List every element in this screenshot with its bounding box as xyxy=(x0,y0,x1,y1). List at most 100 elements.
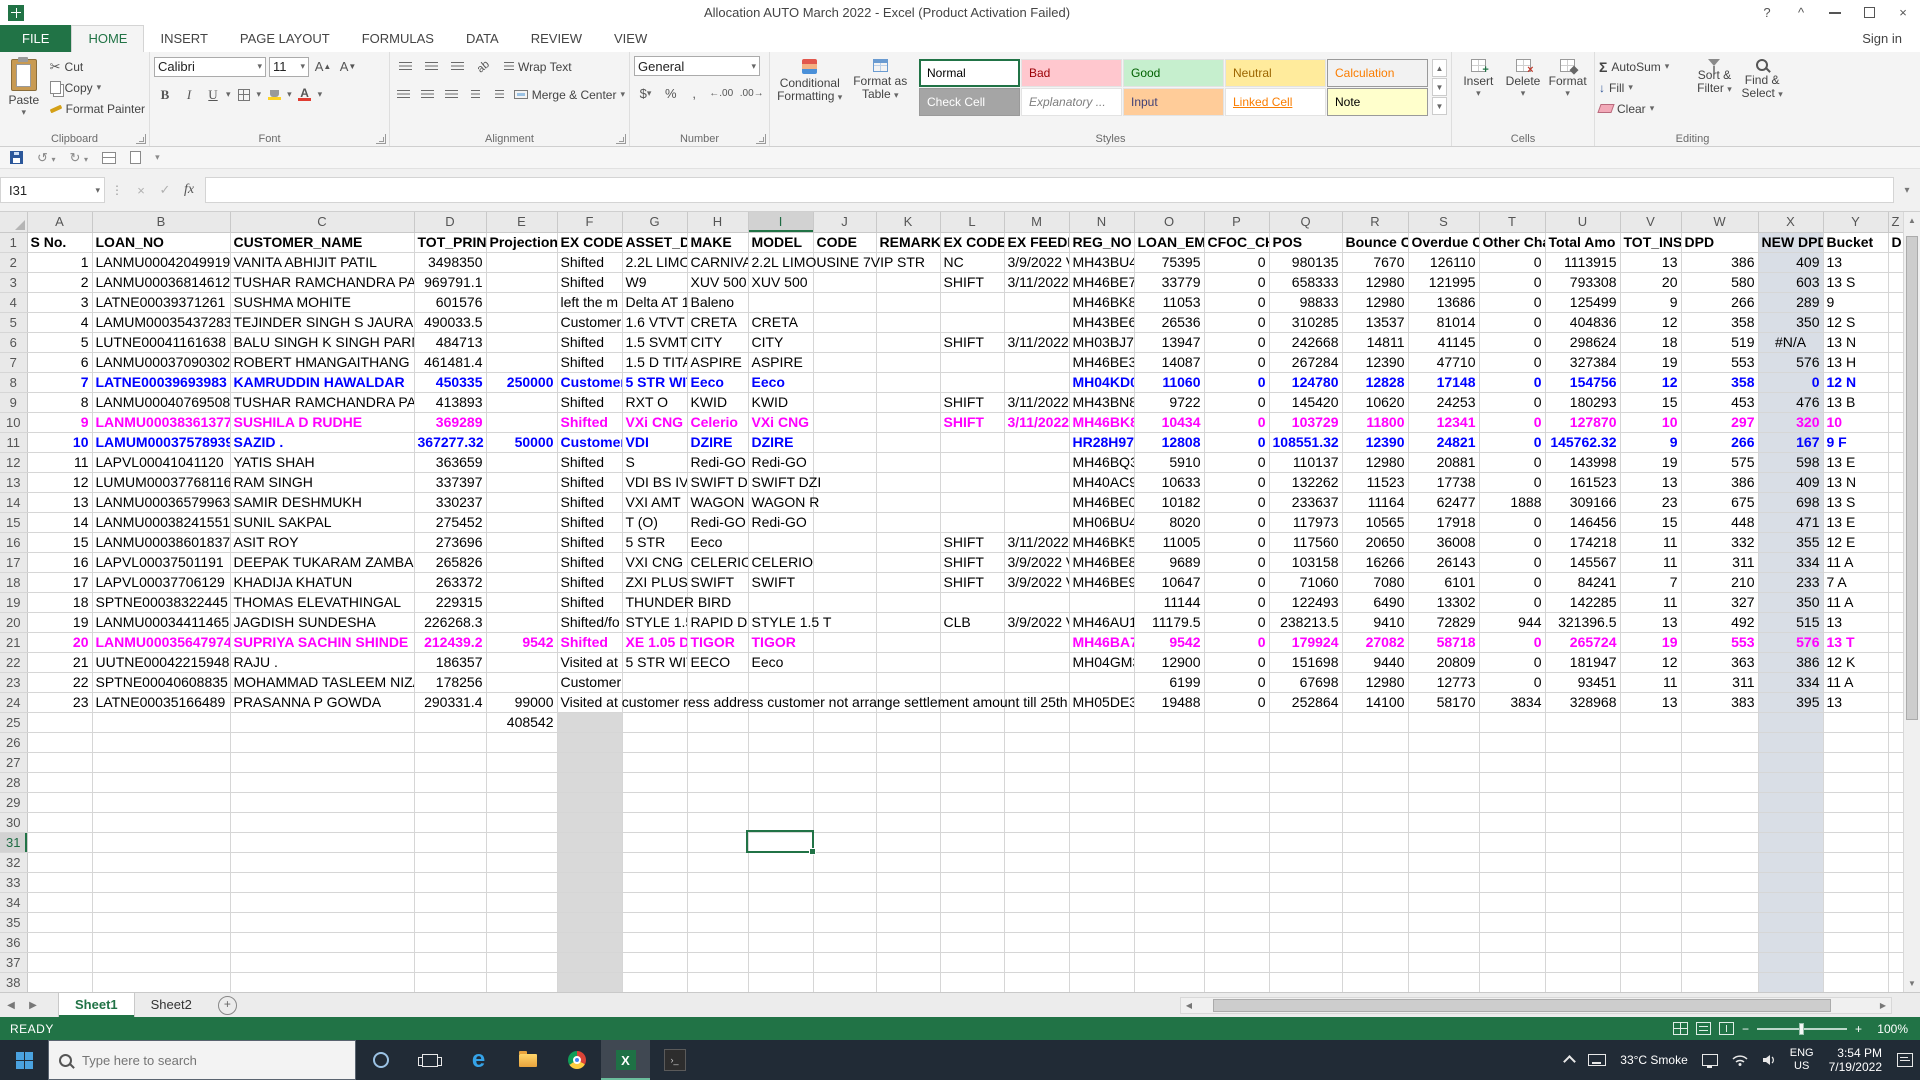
cell-A4[interactable]: 3 xyxy=(27,292,92,312)
cell-X6[interactable]: #N/A xyxy=(1758,332,1823,352)
align-center-button[interactable] xyxy=(418,84,438,105)
volume-tray-button[interactable] xyxy=(1755,1040,1783,1080)
cell-G15[interactable]: T (O) xyxy=(622,512,687,532)
cell-I17[interactable]: CELERIO xyxy=(748,552,813,572)
cell-W20[interactable]: 492 xyxy=(1681,612,1758,632)
cell-H16[interactable]: Eeco xyxy=(687,532,748,552)
cell-O34[interactable] xyxy=(1134,892,1204,912)
cell-A10[interactable]: 9 xyxy=(27,412,92,432)
cell-I35[interactable] xyxy=(748,912,813,932)
number-dialog-launcher[interactable] xyxy=(756,134,766,144)
cell-L27[interactable] xyxy=(940,752,1004,772)
cell-B27[interactable] xyxy=(92,752,230,772)
cell-C4[interactable]: SUSHMA MOHITE xyxy=(230,292,414,312)
cell-Q18[interactable]: 71060 xyxy=(1269,572,1342,592)
cell-S33[interactable] xyxy=(1408,872,1479,892)
cell-N32[interactable] xyxy=(1069,852,1134,872)
cell-W11[interactable]: 266 xyxy=(1681,432,1758,452)
cell-W27[interactable] xyxy=(1681,752,1758,772)
cell-T15[interactable]: 0 xyxy=(1479,512,1545,532)
cell-D9[interactable]: 413893 xyxy=(414,392,486,412)
cell-E14[interactable] xyxy=(486,492,557,512)
cell-O25[interactable] xyxy=(1134,712,1204,732)
action-center-button[interactable] xyxy=(1890,1040,1920,1080)
cell-N13[interactable]: MH40AC9 xyxy=(1069,472,1134,492)
cell-B10[interactable]: LANMU00038361377 xyxy=(92,412,230,432)
cell-M38[interactable] xyxy=(1004,972,1069,992)
column-header-O[interactable]: O xyxy=(1134,212,1204,232)
cell-X28[interactable] xyxy=(1758,772,1823,792)
cell-Y25[interactable] xyxy=(1823,712,1888,732)
cell-P24[interactable]: 0 xyxy=(1204,692,1269,712)
cell-R2[interactable]: 7670 xyxy=(1342,252,1408,272)
excel-taskbar-button[interactable]: X xyxy=(601,1040,650,1080)
cell-V27[interactable] xyxy=(1620,752,1681,772)
sheet-tab-sheet2[interactable]: Sheet2 xyxy=(135,993,208,1017)
cell-C15[interactable]: SUNIL SAKPAL xyxy=(230,512,414,532)
cell-O1[interactable]: LOAN_EMI xyxy=(1134,232,1204,252)
cell-H7[interactable]: ASPIRE xyxy=(687,352,748,372)
sheet-nav-left-button[interactable]: ◀ xyxy=(0,993,22,1017)
cell-E9[interactable] xyxy=(486,392,557,412)
cell-L29[interactable] xyxy=(940,792,1004,812)
cell-R26[interactable] xyxy=(1342,732,1408,752)
normal-view-button[interactable] xyxy=(1673,1022,1688,1035)
font-size-combo[interactable]: 11▾ xyxy=(269,57,309,77)
cell-Y7[interactable]: 13 H xyxy=(1823,352,1888,372)
cell-E7[interactable] xyxy=(486,352,557,372)
cell-Q20[interactable]: 238213.5 xyxy=(1269,612,1342,632)
cell-L37[interactable] xyxy=(940,952,1004,972)
cell-X33[interactable] xyxy=(1758,872,1823,892)
column-header-R[interactable]: R xyxy=(1342,212,1408,232)
cell-style-note[interactable]: Note xyxy=(1327,88,1428,116)
cell-L36[interactable] xyxy=(940,932,1004,952)
cell-P15[interactable]: 0 xyxy=(1204,512,1269,532)
cell-N35[interactable] xyxy=(1069,912,1134,932)
cell-L2[interactable]: NC xyxy=(940,252,1004,272)
cell-I5[interactable]: CRETA xyxy=(748,312,813,332)
cell-V25[interactable] xyxy=(1620,712,1681,732)
cell-O38[interactable] xyxy=(1134,972,1204,992)
cell-O6[interactable]: 13947 xyxy=(1134,332,1204,352)
cell-Y23[interactable]: 11 A xyxy=(1823,672,1888,692)
cell-H18[interactable]: SWIFT xyxy=(687,572,748,592)
cell-W16[interactable]: 332 xyxy=(1681,532,1758,552)
cell-N6[interactable]: MH03BJ74 xyxy=(1069,332,1134,352)
cell-D13[interactable]: 337397 xyxy=(414,472,486,492)
cell-E19[interactable] xyxy=(486,592,557,612)
column-header-B[interactable]: B xyxy=(92,212,230,232)
cell-X31[interactable] xyxy=(1758,832,1823,852)
scroll-down-arrow[interactable]: ▼ xyxy=(1904,975,1920,992)
cell-Z28[interactable] xyxy=(1888,772,1903,792)
cell-B12[interactable]: LAPVL00041041120 xyxy=(92,452,230,472)
cell-M32[interactable] xyxy=(1004,852,1069,872)
row-header-22[interactable]: 22 xyxy=(0,652,27,672)
cell-N28[interactable] xyxy=(1069,772,1134,792)
cell-P8[interactable]: 0 xyxy=(1204,372,1269,392)
decrease-indent-button[interactable] xyxy=(466,84,486,105)
cell-A17[interactable]: 16 xyxy=(27,552,92,572)
cell-X38[interactable] xyxy=(1758,972,1823,992)
column-header-C[interactable]: C xyxy=(230,212,414,232)
cell-C37[interactable] xyxy=(230,952,414,972)
autosum-button[interactable]: ΣAutoSum▾ xyxy=(1599,56,1691,77)
cell-W4[interactable]: 266 xyxy=(1681,292,1758,312)
file-explorer-button[interactable] xyxy=(503,1040,552,1080)
cell-U35[interactable] xyxy=(1545,912,1620,932)
cell-W19[interactable]: 327 xyxy=(1681,592,1758,612)
cell-R17[interactable]: 16266 xyxy=(1342,552,1408,572)
cell-B4[interactable]: LATNE00039371261 xyxy=(92,292,230,312)
cell-W22[interactable]: 363 xyxy=(1681,652,1758,672)
cell-G2[interactable]: 2.2L LIMO xyxy=(622,252,687,272)
cell-B5[interactable]: LAMUM00035437283 xyxy=(92,312,230,332)
cell-Q32[interactable] xyxy=(1269,852,1342,872)
cell-X26[interactable] xyxy=(1758,732,1823,752)
cell-Y26[interactable] xyxy=(1823,732,1888,752)
cell-Y22[interactable]: 12 K xyxy=(1823,652,1888,672)
cell-D38[interactable] xyxy=(414,972,486,992)
cell-A24[interactable]: 23 xyxy=(27,692,92,712)
cell-V9[interactable]: 15 xyxy=(1620,392,1681,412)
cell-X30[interactable] xyxy=(1758,812,1823,832)
cell-N12[interactable]: MH46BQ3 xyxy=(1069,452,1134,472)
scroll-up-arrow[interactable]: ▲ xyxy=(1904,212,1920,229)
